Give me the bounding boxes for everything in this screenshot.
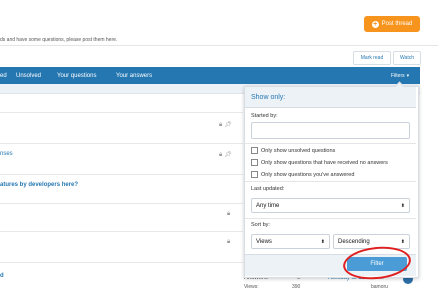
divider <box>245 181 416 182</box>
divider <box>245 218 416 219</box>
post-thread-label: Post thread <box>381 21 413 27</box>
row-divider <box>0 262 243 263</box>
views-label: Views: <box>244 284 259 290</box>
lock-icon: 🔒︎ <box>227 239 233 245</box>
divider <box>0 45 438 46</box>
select-arrows-icon: ⬍ <box>400 238 405 245</box>
tab-all[interactable]: ed <box>0 67 7 84</box>
thread-title[interactable]: atures by developers here? <box>0 182 78 188</box>
row-divider <box>0 112 243 113</box>
sort-order-value: Descending <box>338 238 370 245</box>
lock-icon: 🔒︎ <box>227 211 233 217</box>
checkbox-label: Only show questions you've answered <box>261 171 355 178</box>
checkbox[interactable] <box>251 147 258 154</box>
checkbox-label: Only show questions that have received n… <box>261 159 388 166</box>
select-arrows-icon: ⬍ <box>400 202 405 209</box>
answered-by-you-option[interactable]: Only show questions you've answered <box>251 171 354 178</box>
watch-button[interactable]: Watch <box>393 51 421 65</box>
sort-by-label: Sort by: <box>251 222 270 228</box>
thread-title[interactable]: nses <box>0 151 13 157</box>
checkbox[interactable] <box>251 171 258 178</box>
started-by-input[interactable] <box>251 122 410 139</box>
select-arrows-icon: ⬍ <box>320 238 325 245</box>
thread-title[interactable]: d <box>0 273 4 279</box>
row-divider <box>0 231 243 232</box>
sort-field-value: Views <box>256 238 272 245</box>
sort-field-select[interactable]: Views ⬍ <box>251 234 330 249</box>
last-updated-value: Any time <box>256 202 280 209</box>
lock-pin-icons: 🔒︎📌︎ <box>219 122 234 128</box>
lock-pin-icons: 🔒︎📌︎ <box>219 152 234 158</box>
mark-read-button[interactable]: Mark read <box>353 51 391 65</box>
tab-unsolved[interactable]: Unsolved <box>16 67 41 84</box>
chevron-down-icon: ▾ <box>406 72 410 79</box>
checkbox[interactable] <box>251 159 258 166</box>
views-count: 390 <box>292 284 301 290</box>
forum-intro-text: ds and have some questions, please post … <box>0 37 118 43</box>
row-divider <box>0 143 243 144</box>
tab-your-answers[interactable]: Your answers <box>116 67 152 84</box>
filters-label: Filters <box>391 72 405 79</box>
last-post-user[interactable]: bamoru <box>371 284 388 290</box>
tab-your-questions[interactable]: Your questions <box>57 67 96 84</box>
checkbox-label: Only show unsolved questions <box>261 147 336 154</box>
unsolved-only-option[interactable]: Only show unsolved questions <box>251 147 335 154</box>
no-answers-option[interactable]: Only show questions that have received n… <box>251 159 388 166</box>
row-divider <box>0 174 243 175</box>
last-updated-select[interactable]: Any time ⬍ <box>251 198 410 213</box>
last-updated-label: Last updated: <box>251 186 285 192</box>
started-by-label: Started by: <box>251 113 278 119</box>
filter-popup-title: Show only: <box>245 87 416 108</box>
post-thread-button[interactable]: + Post thread <box>364 16 420 32</box>
row-divider <box>0 203 243 204</box>
plus-icon: + <box>371 20 379 28</box>
divider <box>245 143 416 144</box>
